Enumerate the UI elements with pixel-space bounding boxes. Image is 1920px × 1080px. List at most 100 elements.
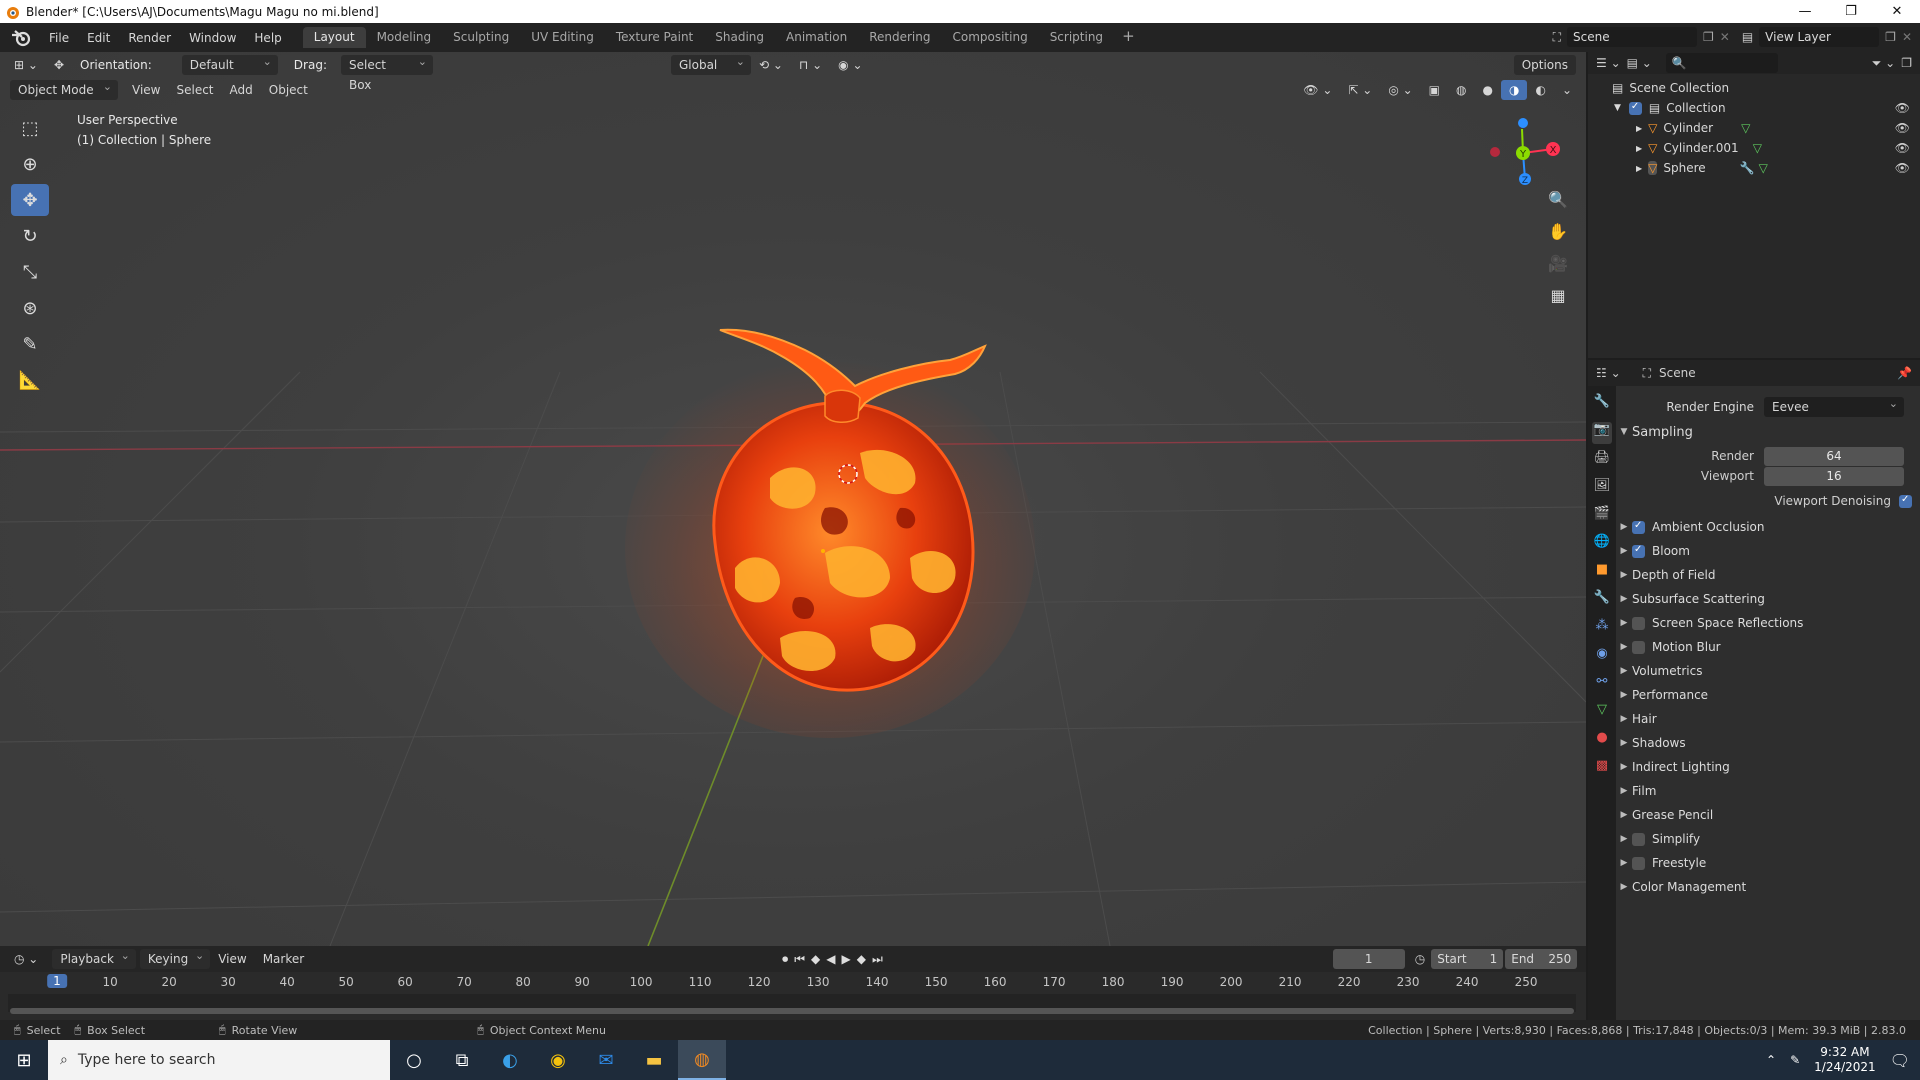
panel-color-management[interactable]: ▶ Color Management	[1616, 876, 1920, 898]
render-samples-field[interactable]: 64	[1764, 446, 1904, 466]
mesh-data-icon[interactable]: ▽	[1759, 161, 1768, 175]
new-view-layer-icon[interactable]: ❐	[1885, 30, 1896, 44]
sampling-panel-header[interactable]: ▼ Sampling	[1616, 421, 1920, 443]
drag-dropdown[interactable]: Select Box	[340, 52, 433, 92]
shading-options-icon[interactable]: ⌄	[1554, 80, 1580, 100]
menu-select[interactable]: Select	[168, 80, 221, 100]
pivot-icon[interactable]: ⟲ ⌄	[751, 55, 791, 75]
panel-depth-of-field[interactable]: ▶ Depth of Field	[1616, 564, 1920, 586]
panel-screen-space-reflections[interactable]: ▶ Screen Space Reflections	[1616, 612, 1920, 634]
view-layer-icon[interactable]: ▤	[1742, 30, 1753, 44]
constraints-tab-icon[interactable]: ⚯	[1592, 674, 1612, 696]
new-collection-icon[interactable]: ❐	[1901, 56, 1912, 70]
expand-arrow-icon[interactable]: ▶	[1636, 164, 1642, 173]
scale-tool-icon[interactable]: ⤡	[11, 256, 49, 288]
panel-bloom[interactable]: ▶ Bloom	[1616, 540, 1920, 562]
gizmo-neg-x[interactable]	[1490, 147, 1500, 157]
tab-texture-paint[interactable]: Texture Paint	[605, 27, 704, 48]
panel-shadows[interactable]: ▶ Shadows	[1616, 732, 1920, 754]
viewport-samples-field[interactable]: 16	[1764, 466, 1904, 486]
world-tab-icon[interactable]: 🌐	[1592, 534, 1612, 556]
mode-dropdown[interactable]: Object Mode	[10, 77, 118, 100]
expand-arrow-icon[interactable]: ▶	[1636, 144, 1642, 153]
transform-tool-icon[interactable]: ✥	[46, 55, 72, 75]
menu-object[interactable]: Object	[261, 80, 316, 100]
panel-motion-blur[interactable]: ▶ Motion Blur	[1616, 636, 1920, 658]
particles-tab-icon[interactable]: ⁂	[1592, 618, 1612, 640]
collection-checkbox[interactable]	[1628, 101, 1642, 115]
render-tab-icon[interactable]: 📷	[1592, 422, 1612, 444]
menu-edit[interactable]: Edit	[78, 28, 119, 48]
scene-icon[interactable]: ⛶	[1553, 30, 1561, 45]
start-frame-field[interactable]: Start 1	[1431, 949, 1504, 969]
timeline-ruler[interactable]: 1 10 20 30 40 50 60 70 80 90 100 110 120 130 140 150 160…	[0, 972, 1586, 994]
eye-icon[interactable]: 👁	[1895, 101, 1910, 115]
object-tab-icon[interactable]: ■	[1592, 562, 1612, 584]
menu-add[interactable]: Add	[222, 80, 261, 100]
options-dropdown[interactable]: Options	[1513, 54, 1576, 75]
modifier-tab-icon[interactable]: 🔧	[1592, 590, 1612, 612]
menu-view[interactable]: View	[124, 80, 168, 100]
marker-menu[interactable]: Marker	[255, 949, 312, 969]
notifications-icon[interactable]: 🗨	[1890, 1051, 1910, 1070]
data-tab-icon[interactable]: ▽	[1592, 702, 1612, 724]
task-view-icon[interactable]: ⧉	[438, 1040, 486, 1080]
panel-checkbox[interactable]	[1632, 832, 1645, 846]
eye-icon[interactable]: 👁	[1895, 141, 1910, 155]
edge-browser-icon[interactable]: ◐	[486, 1040, 534, 1080]
shading-wireframe-icon[interactable]: ◍	[1448, 80, 1474, 100]
tab-layout[interactable]: Layout	[302, 27, 366, 48]
tab-animation[interactable]: Animation	[775, 27, 858, 48]
menu-window[interactable]: Window	[180, 28, 245, 48]
orientation-dropdown[interactable]: Default	[181, 52, 278, 75]
scene-field[interactable]: Scene	[1567, 27, 1697, 47]
tray-expand-icon[interactable]: ⌃	[1766, 1053, 1776, 1067]
outliner-row-sphere[interactable]: ▶ ▽ Sphere 🔧 ▽ 👁	[1588, 158, 1920, 178]
3d-cursor-icon[interactable]	[833, 459, 863, 489]
menu-render[interactable]: Render	[119, 28, 180, 48]
prev-keyframe-icon[interactable]: ◆	[811, 952, 820, 967]
move-tool-icon[interactable]: ✥	[11, 184, 49, 216]
outliner-row-scene-collection[interactable]: ▤ Scene Collection	[1588, 78, 1920, 98]
rotate-tool-icon[interactable]: ↻	[11, 220, 49, 252]
visibility-icon[interactable]: 👁 ⌄	[1295, 80, 1340, 100]
scene-tab-icon[interactable]: 🎬	[1592, 506, 1612, 528]
properties-editor-type-icon[interactable]: ☷ ⌄	[1596, 366, 1621, 380]
outliner-row-cylinder[interactable]: ▶ ▽ Cylinder ▽ 👁	[1588, 118, 1920, 138]
close-button[interactable]: ✕	[1874, 4, 1920, 19]
tab-compositing[interactable]: Compositing	[941, 27, 1038, 48]
timeline-view-menu[interactable]: View	[210, 949, 254, 969]
expand-arrow-icon[interactable]: ▶	[1636, 124, 1642, 133]
keying-menu[interactable]: Keying	[139, 946, 211, 969]
overlay-toggle-icon[interactable]: ◎ ⌄	[1380, 80, 1420, 100]
panel-checkbox[interactable]	[1632, 520, 1645, 534]
panel-volumetrics[interactable]: ▶ Volumetrics	[1616, 660, 1920, 682]
tab-uv-editing[interactable]: UV Editing	[520, 27, 605, 48]
tool-tab-icon[interactable]: 🔧	[1592, 394, 1612, 416]
navigation-gizmo[interactable]: X Y Z	[1478, 108, 1568, 198]
tab-sculpting[interactable]: Sculpting	[442, 27, 520, 48]
pen-icon[interactable]: ✎	[1790, 1053, 1800, 1067]
editor-type-icon[interactable]: ⊞ ⌄	[6, 55, 46, 75]
panel-checkbox[interactable]	[1632, 640, 1645, 654]
eye-icon[interactable]: 👁	[1895, 121, 1910, 135]
next-keyframe-icon[interactable]: ◆	[857, 952, 866, 967]
expand-arrow-icon[interactable]: ▼	[1614, 103, 1621, 113]
camera-view-icon[interactable]: 🎥	[1546, 254, 1570, 278]
material-tab-icon[interactable]: ●	[1592, 730, 1612, 752]
delete-view-layer-icon[interactable]: ✕	[1902, 30, 1912, 44]
current-frame-field[interactable]: 1	[1332, 949, 1405, 969]
panel-checkbox[interactable]	[1632, 544, 1645, 558]
chrome-browser-icon[interactable]: ◉	[534, 1040, 582, 1080]
filter-icon[interactable]: ⏷ ⌄	[1872, 56, 1895, 71]
transform-space-dropdown[interactable]: Global	[670, 52, 751, 75]
measure-tool-icon[interactable]: 📐	[11, 364, 49, 396]
tab-scripting[interactable]: Scripting	[1039, 27, 1114, 48]
xray-icon[interactable]: ▣	[1421, 80, 1448, 100]
blender-logo-icon[interactable]	[10, 28, 34, 48]
restore-button[interactable]: ❐	[1828, 4, 1874, 19]
timeline-scrollbar[interactable]	[10, 1008, 1574, 1014]
display-mode-icon[interactable]: ▤ ⌄	[1627, 56, 1652, 70]
shading-rendered-icon[interactable]: ◐	[1527, 80, 1553, 100]
mail-icon[interactable]: ✉	[582, 1040, 630, 1080]
